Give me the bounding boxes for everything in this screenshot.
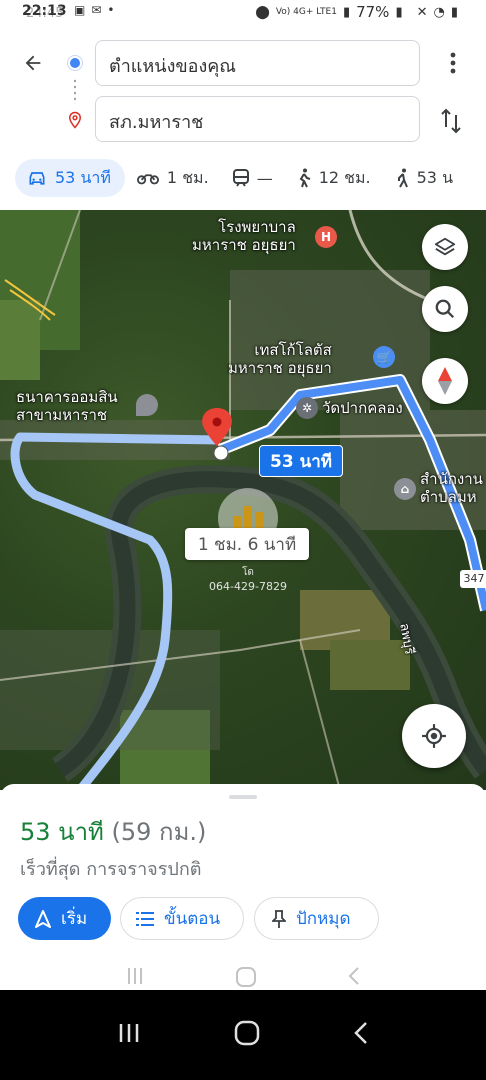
back-button[interactable]	[18, 48, 48, 78]
layers-icon	[434, 237, 456, 256]
tab-motorcycle-label: 1 ชม.	[166, 167, 209, 187]
tab-drive-label: 53 นาที	[55, 167, 111, 187]
layers-button[interactable]	[422, 224, 468, 270]
my-location-button[interactable]	[402, 704, 466, 768]
steps-button-label: ขั้นตอน	[164, 909, 221, 929]
route-dots	[74, 78, 76, 104]
back-icon	[348, 967, 359, 985]
battery-percent: 77%	[356, 3, 390, 21]
wifi-icon: ◔	[433, 4, 445, 20]
search-button[interactable]	[422, 286, 468, 332]
tab-walk-label: 12 ชม.	[318, 167, 371, 187]
alt-route-time-chip[interactable]: 1 ชม. 6 นาที	[185, 528, 309, 560]
route-shield: 347	[460, 570, 486, 588]
map-view[interactable]: H โรงพยาบาล มหาราช อยุธยา 🛒 เทสโก้โลตัส …	[0, 210, 486, 790]
route-duration: 53 นาที	[20, 818, 104, 846]
tab-drive[interactable]: 53 นาที	[15, 159, 125, 197]
recent-apps-icon	[119, 1024, 138, 1042]
notification-icon: ▣	[74, 3, 86, 17]
my-location-icon	[422, 724, 446, 748]
screen: 24:45 22:13 ▣ ✉ • ⬤ Vo) 4G+ LTE1 ▮ 77% ▮…	[0, 0, 486, 1080]
watermark-phone: 064-429-7829	[209, 580, 287, 593]
home-circle-icon	[234, 1020, 260, 1046]
shopping-cart-icon[interactable]: 🛒	[373, 346, 395, 368]
destination-pin-icon	[68, 111, 82, 129]
tab-transit[interactable]: —	[221, 159, 285, 197]
bank-marker-icon[interactable]	[136, 394, 158, 416]
location-icon: ⬤	[255, 4, 270, 20]
notification-icons: ▣ ✉ •	[74, 3, 114, 17]
hospital-marker-icon[interactable]: H	[315, 226, 337, 248]
car-icon	[29, 172, 45, 185]
steps-button[interactable]: ขั้นตอน	[120, 897, 244, 940]
home-button[interactable]	[234, 1020, 260, 1050]
sheet-drag-handle[interactable]	[229, 795, 257, 799]
compass-button[interactable]	[422, 358, 468, 404]
start-button-label: เริ่ม	[61, 909, 88, 929]
back-chevron-icon	[354, 1022, 368, 1044]
tab-motorcycle[interactable]: 1 ชม.	[125, 159, 221, 197]
origin-dot-icon	[68, 56, 82, 70]
tesco-label[interactable]: เทสโก้โลตัส มหาราช อยุธยา	[228, 341, 332, 377]
dot-icon: •	[107, 3, 115, 17]
swap-vertical-icon	[441, 108, 461, 134]
pushpin-icon	[272, 909, 286, 928]
ride-icon	[397, 168, 408, 188]
more-vert-icon	[450, 52, 456, 74]
signal-icon: ▮	[342, 4, 351, 20]
mute-icon: ✕	[416, 4, 428, 20]
status-time: 22:13	[22, 3, 67, 19]
route-bottom-sheet[interactable]: 53 นาที (59 กม.) เร็วที่สุด การจราจรปกติ…	[0, 784, 486, 994]
compass-icon	[438, 367, 452, 395]
motorcycle-icon	[136, 174, 159, 185]
travel-mode-tabs: 53 นาที 1 ชม. — 12 ชม. 53 น	[0, 156, 486, 200]
route-distance: (59 กม.)	[111, 818, 207, 846]
bank-label-text: ธนาคารออมสิน สาขามหาราช	[16, 388, 118, 424]
office-marker-icon[interactable]: ⌂	[394, 478, 416, 500]
route-time-chip[interactable]: 53 นาที	[259, 445, 343, 477]
search-icon	[435, 299, 455, 319]
office-label[interactable]: สำนักงาน ตำบลมห	[420, 470, 483, 506]
home-icon	[236, 967, 256, 987]
status-bar: 24:45 22:13 ▣ ✉ • ⬤ Vo) 4G+ LTE1 ▮ 77% ▮…	[0, 0, 486, 26]
arrow-left-icon	[25, 55, 41, 71]
signal2-icon: ▮	[450, 4, 458, 20]
route-subtitle: เร็วที่สุด การจราจรปกติ	[20, 859, 202, 880]
battery-icon: ▮	[395, 4, 403, 20]
tab-ride[interactable]: 53 น	[383, 159, 465, 197]
recent-apps-button[interactable]	[117, 1022, 141, 1048]
temple-label[interactable]: วัดปากคลอง	[322, 399, 403, 417]
list-icon	[136, 911, 154, 926]
pin-button[interactable]: ปักหมุด	[254, 897, 379, 940]
destination-field[interactable]: สภ.มหาราช	[95, 96, 420, 142]
start-button[interactable]: เริ่ม	[18, 897, 111, 940]
back-nav-button[interactable]	[353, 1021, 369, 1049]
transit-icon	[232, 169, 249, 187]
status-right: ⬤ Vo) 4G+ LTE1 ▮ 77% ▮ ✕ ◔ ▮	[255, 3, 458, 21]
tab-transit-label: —	[256, 168, 273, 188]
navigation-arrow-icon	[35, 909, 51, 928]
pin-button-label: ปักหมุด	[296, 909, 351, 929]
tab-walk[interactable]: 12 ชม.	[285, 159, 383, 197]
tesco-label-text: เทสโก้โลตัส มหาราช อยุธยา	[228, 341, 332, 377]
message-icon: ✉	[91, 3, 102, 17]
directions-panel: ตำแหน่งของคุณ สภ.มหาราช 53 นาที 1 ชม. —	[0, 26, 486, 210]
network-label: Vo) 4G+ LTE1	[275, 7, 337, 17]
route-summary: 53 นาที (59 กม.)	[20, 812, 206, 851]
tab-ride-label: 53 น	[416, 167, 454, 187]
walk-icon	[299, 168, 311, 188]
recents-icon	[128, 968, 142, 984]
more-options-button[interactable]	[440, 48, 466, 78]
hospital-label[interactable]: โรงพยาบาล มหาราช อยุธยา	[192, 218, 296, 254]
system-nav-bar	[0, 990, 486, 1080]
temple-marker-icon[interactable]: ✲	[296, 397, 318, 419]
hospital-label-text: โรงพยาบาล มหาราช อยุธยา	[192, 218, 296, 254]
bank-label[interactable]: ธนาคารออมสิน สาขามหาราช	[16, 388, 118, 424]
origin-field[interactable]: ตำแหน่งของคุณ	[95, 40, 420, 86]
office-label-text: สำนักงาน ตำบลมห	[420, 470, 483, 506]
swap-button[interactable]	[436, 104, 466, 138]
